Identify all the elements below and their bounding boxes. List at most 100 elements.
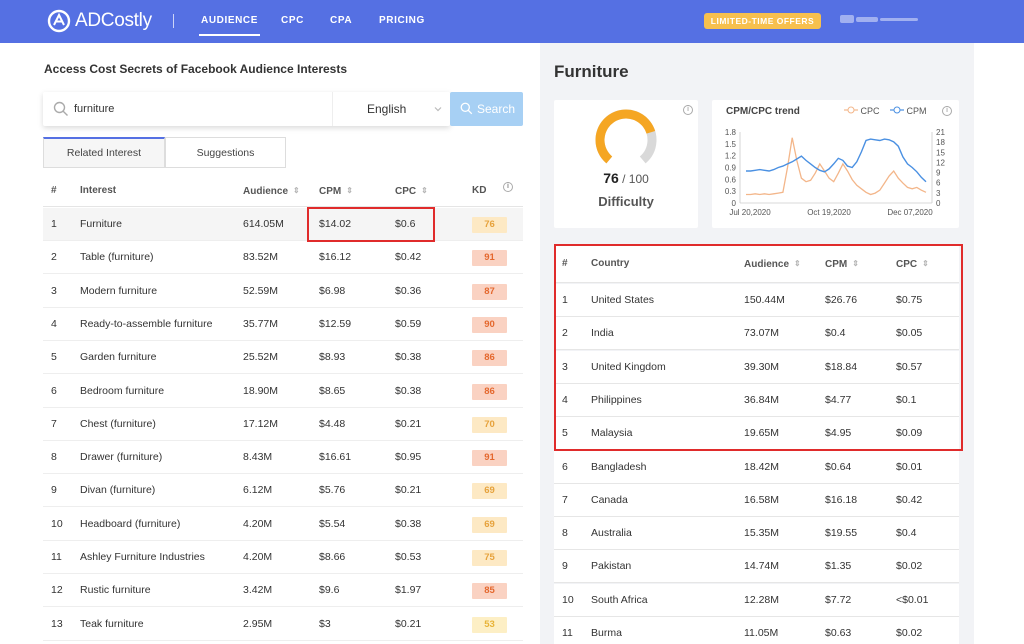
- row-interest[interactable]: Garden furniture: [80, 341, 156, 374]
- table-row[interactable]: 8 Drawer (furniture) 8.43M $16.61 $0.95 91: [43, 441, 523, 475]
- row-audience: 17.12M: [243, 417, 279, 430]
- table-row[interactable]: 7 Chest (furniture) 17.12M $4.48 $0.21 70: [43, 408, 523, 441]
- row-interest[interactable]: Headboard (furniture): [80, 508, 180, 541]
- row-cpc: $0.75: [896, 294, 923, 306]
- search-button[interactable]: Search: [450, 92, 523, 126]
- row-num: 8: [562, 527, 568, 540]
- row-country: United States: [591, 294, 655, 306]
- row-interest[interactable]: Teak furniture: [80, 608, 144, 641]
- table-row[interactable]: 8 Australia 15.35M $19.55 $0.4: [554, 517, 959, 551]
- logo[interactable]: ADCostly: [47, 9, 152, 33]
- difficulty-card: i 76 / 100 Difficulty: [554, 100, 698, 228]
- row-interest[interactable]: Ashley Furniture Industries: [80, 541, 205, 574]
- table-row[interactable]: 10 Headboard (furniture) 4.20M $5.54 $0.38 69: [43, 508, 523, 541]
- table-row[interactable]: 6 Bangladesh 18.42M $0.64 $0.01: [554, 450, 959, 484]
- row-cpm: $0.4: [825, 327, 846, 340]
- row-country: Malaysia: [591, 427, 633, 440]
- info-icon[interactable]: i: [683, 105, 693, 115]
- y-tick-right: 0: [936, 199, 941, 208]
- kd-badge: 86: [472, 350, 507, 367]
- search-input[interactable]: [74, 100, 324, 118]
- y-tick-left: 0.3: [725, 187, 737, 196]
- row-interest[interactable]: Furniture: [80, 208, 122, 241]
- row-num: 3: [562, 360, 568, 373]
- sort-icon: ⇕: [346, 186, 353, 195]
- table-row[interactable]: 9 Pakistan 14.74M $1.35 $0.02: [554, 550, 959, 584]
- col-cpc-sort[interactable]: CPC ⇕: [395, 174, 428, 208]
- col-cpc-sort[interactable]: CPC ⇕: [896, 245, 929, 284]
- info-icon[interactable]: i: [503, 182, 513, 192]
- limited-offer-badge[interactable]: LIMITED-TIME OFFERS: [704, 13, 821, 29]
- table-row[interactable]: 1 United States 150.44M $26.76 $0.75: [554, 284, 959, 317]
- col-cpm-sort[interactable]: CPM ⇕: [319, 174, 353, 208]
- row-cpm: $0.63: [825, 627, 852, 639]
- y-tick-right: 9: [936, 169, 941, 178]
- table-row[interactable]: 5 Garden furniture 25.52M $8.93 $0.38 86: [43, 341, 523, 375]
- table-row[interactable]: 10 South Africa 12.28M $7.72 <$0.01: [554, 583, 959, 617]
- y-tick-right: 3: [936, 189, 941, 198]
- row-interest[interactable]: Rustic furniture: [80, 574, 151, 607]
- table-row[interactable]: 4 Philippines 36.84M $4.77 $0.1: [554, 383, 959, 417]
- table-row[interactable]: 13 Teak furniture 2.95M $3 $0.21 53: [43, 608, 523, 641]
- table-row[interactable]: 6 Bedroom furniture 18.90M $8.65 $0.38 86: [43, 375, 523, 408]
- x-tick: Oct 19,2020: [807, 208, 851, 217]
- table-row[interactable]: 2 India 73.07M $0.4 $0.05: [554, 317, 959, 351]
- nav-pricing[interactable]: PRICING: [379, 15, 425, 26]
- row-audience: 39.30M: [744, 360, 780, 373]
- row-audience: 83.52M: [243, 251, 279, 264]
- table-row[interactable]: 11 Ashley Furniture Industries 4.20M $8.66 $…: [43, 541, 523, 574]
- row-country: South Africa: [591, 593, 648, 606]
- table-row[interactable]: 12 Rustic furniture 3.42M $9.6 $1.97 85: [43, 574, 523, 608]
- row-interest[interactable]: Bedroom furniture: [80, 375, 164, 408]
- sort-icon: ⇕: [922, 259, 929, 268]
- nav-cpc[interactable]: CPC: [281, 15, 304, 26]
- page-heading: Access Cost Secrets of Facebook Audience…: [44, 62, 347, 76]
- row-interest[interactable]: Modern furniture: [80, 275, 157, 308]
- row-interest[interactable]: Divan (furniture): [80, 474, 155, 507]
- table-row[interactable]: 5 Malaysia 19.65M $4.95 $0.09: [554, 417, 959, 451]
- nav-divider: [173, 14, 174, 28]
- row-audience: 35.77M: [243, 317, 279, 330]
- tab-suggestions[interactable]: Suggestions: [165, 137, 286, 168]
- user-account-menu[interactable]: [840, 15, 920, 23]
- row-num: 11: [562, 627, 573, 639]
- table-row[interactable]: 2 Table (furniture) 83.52M $16.12 $0.42 91: [43, 241, 523, 275]
- table-row[interactable]: 7 Canada 16.58M $16.18 $0.42: [554, 483, 959, 517]
- kd-badge: 76: [472, 217, 507, 233]
- col-cpm-sort[interactable]: CPM ⇕: [825, 245, 859, 284]
- detail-title: Furniture: [554, 62, 629, 81]
- table-row[interactable]: 9 Divan (furniture) 6.12M $5.76 $0.21 69: [43, 474, 523, 508]
- row-num: 4: [51, 317, 57, 330]
- nav-audience[interactable]: AUDIENCE: [198, 15, 261, 36]
- language-select[interactable]: English: [332, 92, 450, 126]
- table-row[interactable]: 1 Furniture 614.05M $14.02 $0.6 76: [43, 208, 523, 241]
- row-audience: 4.20M: [243, 517, 273, 530]
- table-row[interactable]: 4 Ready-to-assemble furniture 35.77M $12.59…: [43, 308, 523, 341]
- kd-badge: 70: [472, 416, 507, 433]
- row-country: Canada: [591, 493, 628, 506]
- row-audience: 52.59M: [243, 284, 279, 297]
- row-interest[interactable]: Chest (furniture): [80, 408, 156, 441]
- difficulty-score: 76 / 100: [554, 170, 698, 186]
- row-country: Australia: [591, 527, 632, 540]
- table-row[interactable]: 3 Modern furniture 52.59M $6.98 $0.36 87: [43, 275, 523, 308]
- nav-cpa[interactable]: CPA: [330, 15, 352, 26]
- col-cpm: CPM: [825, 259, 848, 270]
- row-cpc: $0.21: [395, 417, 422, 430]
- col-audience-sort[interactable]: Audience ⇕: [243, 174, 300, 208]
- row-cpc: $0.21: [395, 617, 422, 630]
- tab-related-interest[interactable]: Related Interest: [43, 137, 165, 168]
- row-interest[interactable]: Drawer (furniture): [80, 441, 162, 474]
- difficulty-max: / 100: [622, 172, 649, 186]
- y-tick-left: 0.9: [725, 164, 737, 173]
- kd-badge: 53: [472, 616, 507, 633]
- row-audience: 14.74M: [744, 560, 780, 573]
- table-row[interactable]: 3 United Kingdom 39.30M $18.84 $0.57: [554, 350, 959, 384]
- row-interest[interactable]: Ready-to-assemble furniture: [80, 308, 212, 341]
- row-interest[interactable]: Table (furniture): [80, 241, 154, 274]
- row-audience: 11.05M: [744, 627, 779, 639]
- kd-badge: 91: [472, 250, 507, 267]
- row-cpc: $0.42: [896, 493, 923, 506]
- col-audience-sort[interactable]: Audience ⇕: [744, 245, 801, 284]
- table-row[interactable]: 11 Burma 11.05M $0.63 $0.02: [554, 617, 959, 644]
